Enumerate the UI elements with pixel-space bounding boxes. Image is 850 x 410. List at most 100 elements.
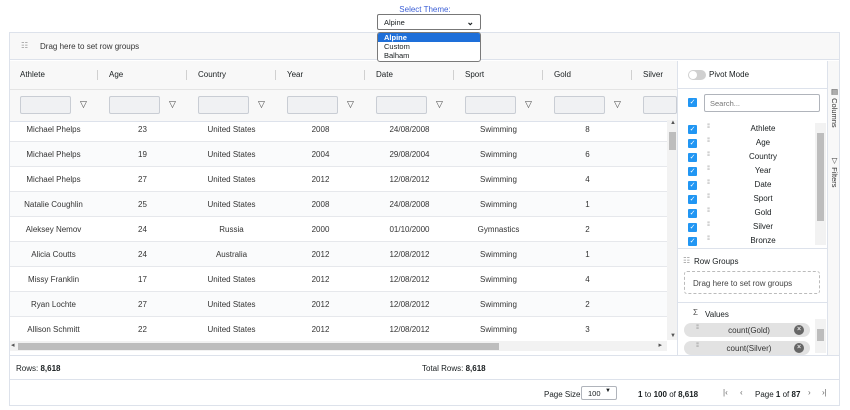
- table-cell[interactable]: 2012: [277, 292, 364, 317]
- scroll-down-icon[interactable]: ▼: [670, 333, 676, 339]
- table-row[interactable]: Allison Schmitt 22 United States 2012 12/08/…: [10, 317, 667, 342]
- table-cell[interactable]: 2012: [277, 242, 364, 267]
- funnel-icon[interactable]: ▽: [525, 99, 532, 110]
- table-cell[interactable]: Ryan Lochte: [10, 292, 97, 317]
- table-row[interactable]: Natalie Coughlin 25 United States 2008 24/08…: [10, 192, 667, 217]
- values-scrollbar[interactable]: [815, 319, 826, 353]
- funnel-icon[interactable]: ▽: [80, 99, 87, 110]
- column-separator[interactable]: [364, 70, 365, 80]
- column-separator[interactable]: [97, 70, 98, 80]
- check-icon[interactable]: ✓: [688, 209, 697, 218]
- table-cell[interactable]: 6: [544, 142, 631, 167]
- theme-select[interactable]: Alpine ⌄: [377, 14, 481, 30]
- check-icon[interactable]: ✓: [688, 223, 697, 232]
- funnel-icon[interactable]: ▽: [347, 99, 354, 110]
- check-icon[interactable]: ✓: [688, 153, 697, 162]
- filter-input-date[interactable]: [376, 96, 427, 114]
- table-cell[interactable]: 24: [99, 242, 186, 267]
- table-cell[interactable]: 1: [544, 242, 631, 267]
- table-cell[interactable]: Swimming: [455, 292, 542, 317]
- check-icon[interactable]: ✓: [688, 237, 697, 246]
- table-cell[interactable]: 2008: [277, 117, 364, 142]
- table-cell[interactable]: 2004: [277, 142, 364, 167]
- table-cell[interactable]: 24/08/2008: [366, 117, 453, 142]
- column-list-scrollbar[interactable]: [815, 123, 826, 245]
- drag-grip-icon[interactable]: ⁞⁞⁞: [696, 343, 699, 349]
- table-cell[interactable]: 1: [544, 192, 631, 217]
- filter-input-silver[interactable]: [643, 96, 677, 114]
- drag-grip-icon[interactable]: ⁞⁞⁞: [707, 208, 710, 214]
- funnel-icon[interactable]: ▽: [258, 99, 265, 110]
- table-row[interactable]: Ryan Lochte 27 United States 2012 12/08/2012…: [10, 292, 667, 317]
- tab-columns[interactable]: ▤ Columns: [830, 87, 839, 128]
- table-cell[interactable]: 3: [544, 317, 631, 342]
- table-cell[interactable]: United States: [188, 192, 275, 217]
- table-cell[interactable]: 2012: [277, 267, 364, 292]
- next-page-icon[interactable]: ›: [808, 388, 811, 397]
- row-groups-drop-zone[interactable]: Drag here to set row groups: [684, 271, 820, 294]
- table-cell[interactable]: Swimming: [455, 317, 542, 342]
- filter-input-year[interactable]: [287, 96, 338, 114]
- table-cell[interactable]: 2008: [277, 192, 364, 217]
- table-cell[interactable]: Michael Phelps: [10, 142, 97, 167]
- prev-page-icon[interactable]: ‹: [740, 388, 743, 397]
- funnel-icon[interactable]: ▽: [436, 99, 443, 110]
- scroll-thumb[interactable]: [18, 343, 499, 350]
- column-header-age[interactable]: Age: [99, 61, 123, 89]
- scroll-thumb[interactable]: [817, 133, 824, 221]
- column-header-date[interactable]: Date: [366, 61, 393, 89]
- drag-grip-icon[interactable]: ⁞⁞⁞: [707, 166, 710, 172]
- column-list-item[interactable]: ✓ ⁞⁞⁞ Silver: [678, 221, 818, 235]
- table-cell[interactable]: Alicia Coutts: [10, 242, 97, 267]
- table-cell[interactable]: 23: [99, 117, 186, 142]
- table-cell[interactable]: 4: [544, 167, 631, 192]
- remove-icon[interactable]: ×: [794, 325, 804, 335]
- table-cell[interactable]: Michael Phelps: [10, 117, 97, 142]
- drag-grip-icon[interactable]: ⁞⁞⁞: [707, 194, 710, 200]
- last-page-icon[interactable]: ›|: [822, 388, 827, 397]
- column-separator[interactable]: [275, 70, 276, 80]
- column-list-item[interactable]: ✓ ⁞⁞⁞ Year: [678, 165, 818, 179]
- theme-option[interactable]: Custom: [378, 42, 480, 51]
- table-cell[interactable]: 24/08/2008: [366, 192, 453, 217]
- remove-icon[interactable]: ×: [794, 343, 804, 353]
- table-cell[interactable]: 12/08/2012: [366, 242, 453, 267]
- table-cell[interactable]: United States: [188, 117, 275, 142]
- drag-grip-icon[interactable]: ⁞⁞⁞: [696, 325, 699, 331]
- column-header-silver[interactable]: Silver: [633, 61, 663, 89]
- drag-grip-icon[interactable]: ⁞⁞⁞: [707, 138, 710, 144]
- scroll-left-icon[interactable]: ◂: [11, 341, 15, 349]
- drag-grip-icon[interactable]: ⁞⁞⁞: [707, 124, 710, 130]
- drag-grip-icon[interactable]: ⁞⁞⁞: [707, 222, 710, 228]
- table-cell[interactable]: Gymnastics: [455, 217, 542, 242]
- table-cell[interactable]: Allison Schmitt: [10, 317, 97, 342]
- column-header-gold[interactable]: Gold: [544, 61, 571, 89]
- column-header-sport[interactable]: Sport: [455, 61, 484, 89]
- table-cell[interactable]: United States: [188, 267, 275, 292]
- table-cell[interactable]: 8: [544, 117, 631, 142]
- check-icon[interactable]: ✓: [688, 167, 697, 176]
- column-header-year[interactable]: Year: [277, 61, 303, 89]
- table-cell[interactable]: 2: [544, 217, 631, 242]
- table-cell[interactable]: Swimming: [455, 142, 542, 167]
- page-size-select[interactable]: 100 ▼: [581, 386, 617, 400]
- table-cell[interactable]: 4: [544, 267, 631, 292]
- drag-grip-icon[interactable]: ⁞⁞⁞: [707, 152, 710, 158]
- table-cell[interactable]: 12/08/2012: [366, 167, 453, 192]
- column-header-athlete[interactable]: Athlete: [10, 61, 45, 89]
- table-cell[interactable]: 2012: [277, 167, 364, 192]
- theme-option[interactable]: Balham: [378, 51, 480, 60]
- table-cell[interactable]: United States: [188, 317, 275, 342]
- table-row[interactable]: Michael Phelps 23 United States 2008 24/08/2…: [10, 117, 667, 142]
- filter-input-sport[interactable]: [465, 96, 516, 114]
- table-cell[interactable]: 2000: [277, 217, 364, 242]
- table-row[interactable]: Aleksey Nemov 24 Russia 2000 01/10/2000 Gymna…: [10, 217, 667, 242]
- table-cell[interactable]: Michael Phelps: [10, 167, 97, 192]
- column-list-item[interactable]: ✓ ⁞⁞⁞ Gold: [678, 207, 818, 221]
- table-row[interactable]: Alicia Coutts 24 Australia 2012 12/08/2012 Sw…: [10, 242, 667, 267]
- table-cell[interactable]: 01/10/2000: [366, 217, 453, 242]
- value-pill[interactable]: ⁞⁞⁞ count(Gold) ×: [684, 323, 810, 337]
- check-icon[interactable]: ✓: [688, 139, 697, 148]
- funnel-icon[interactable]: ▽: [614, 99, 621, 110]
- horizontal-scrollbar[interactable]: ◂ ▸: [10, 341, 667, 351]
